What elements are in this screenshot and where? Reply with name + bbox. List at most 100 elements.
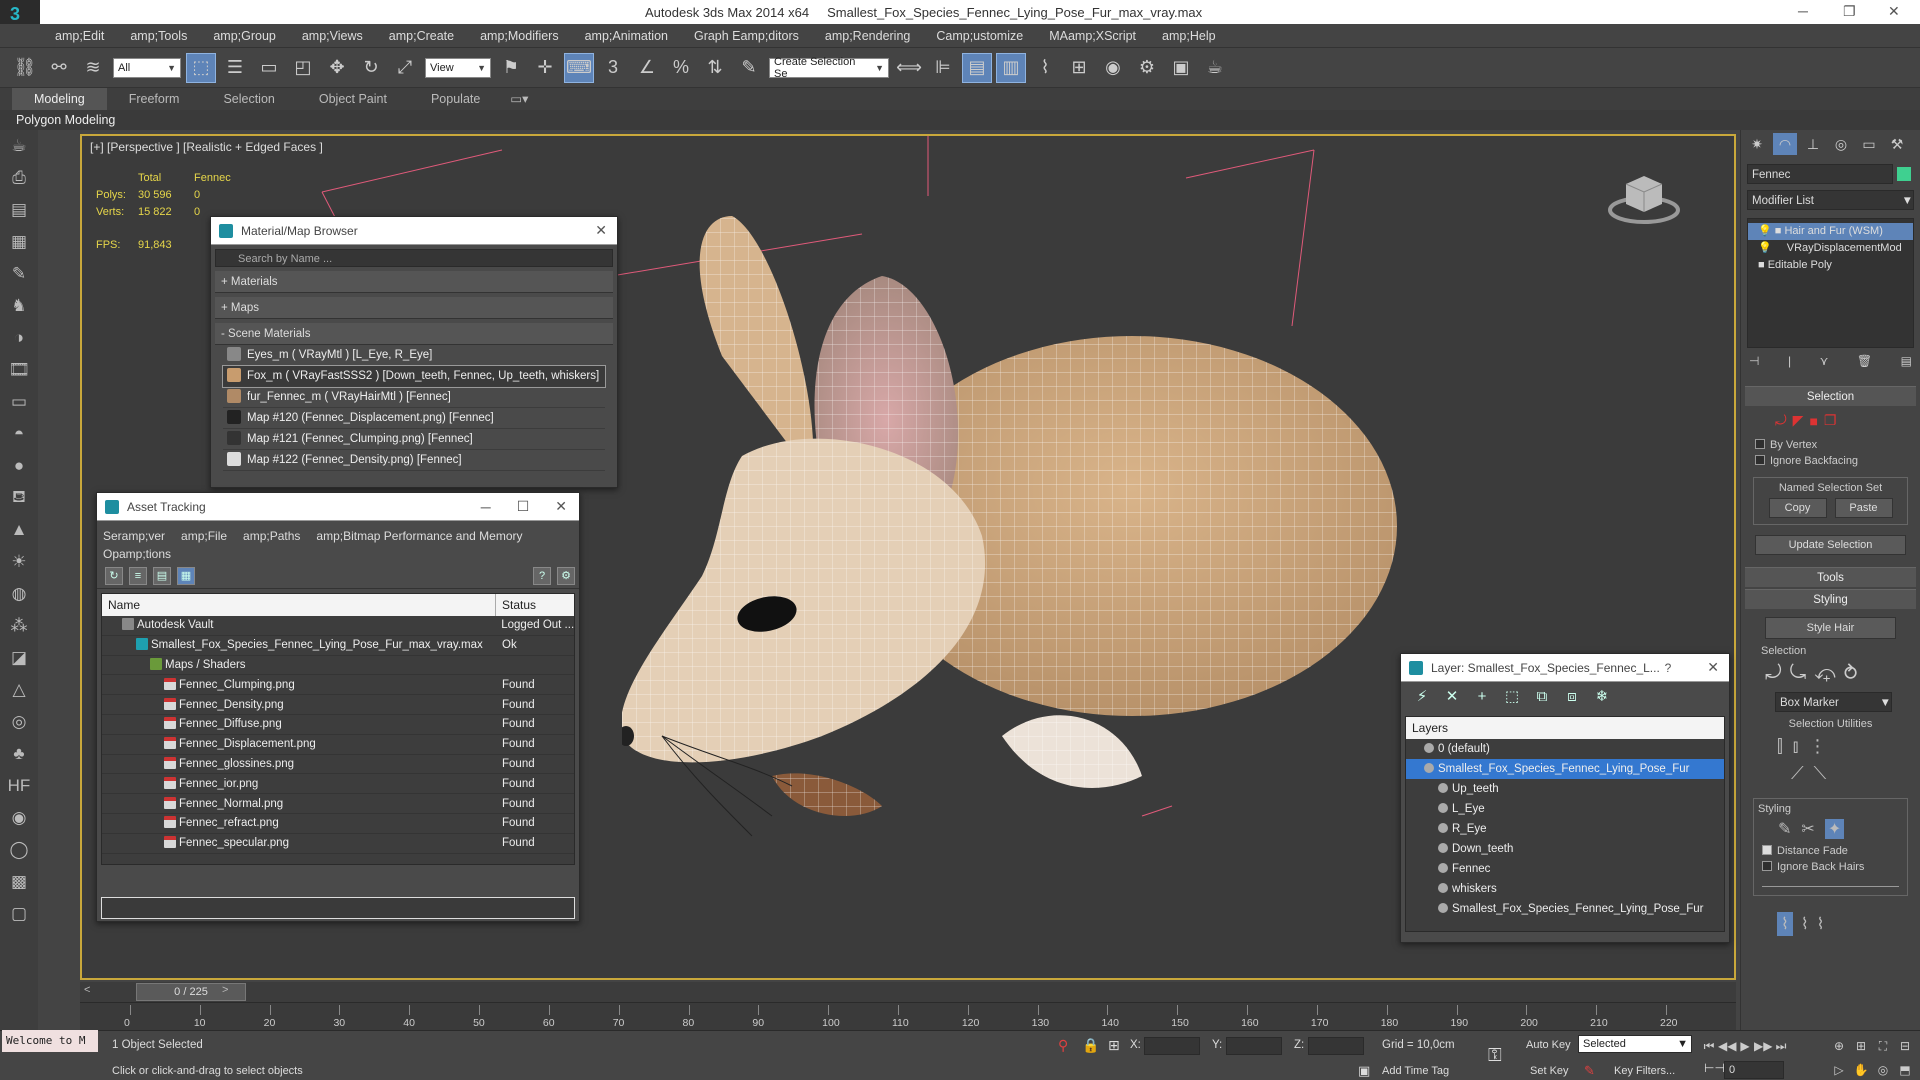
rendered-frame-icon[interactable]: ▣ (1166, 53, 1196, 83)
set-key-button[interactable]: Set Key (1530, 1065, 1569, 1077)
stack-item-hair-fur[interactable]: 💡 ■ Hair and Fur (WSM) (1748, 223, 1913, 240)
fennec-fox-model[interactable] (622, 176, 1422, 876)
group-scene-materials[interactable]: - Scene Materials (215, 323, 613, 345)
align-icon[interactable]: ⊫ (928, 53, 958, 83)
isolate-icon[interactable]: ⚲ (1058, 1037, 1068, 1054)
selection-filter-dropdown[interactable]: All ▼ (113, 57, 181, 78)
menu-graph-editors[interactable]: Graph Eamp;ditors (681, 24, 812, 48)
frame-icon[interactable]: ▭ (0, 386, 38, 418)
go-to-end-icon[interactable]: ⏭ (1772, 1037, 1790, 1055)
distance-fade-checkbox[interactable]: Distance Fade (1762, 845, 1899, 857)
track-bar[interactable]: 0 10 20 30 40 50 60 70 80 90 100 110 120 130 140 150 160… (80, 1002, 1736, 1030)
material-item[interactable]: Map #122 (Fennec_Density.png) [Fennec] (223, 450, 605, 471)
lock-selection-icon[interactable]: 🔒 (1082, 1037, 1099, 1054)
color-grid-icon[interactable]: ▩ (0, 866, 38, 898)
util-5-icon[interactable]: ⟍ (1814, 763, 1827, 784)
z-coordinate-field[interactable] (1308, 1037, 1364, 1055)
hf-icon[interactable]: HF (0, 770, 38, 802)
tab-modeling[interactable]: Modeling (12, 88, 107, 110)
keyboard-shortcut-icon[interactable]: ⌨ (564, 52, 594, 83)
by-vertex-checkbox[interactable]: By Vertex (1755, 439, 1906, 451)
asset-menu-file[interactable]: amp;File (181, 527, 227, 545)
pin-stack-icon[interactable]: ⊣ (1749, 354, 1759, 368)
layer-row[interactable]: Smallest_Fox_Species_Fennec_Lying_Pose_F… (1406, 759, 1724, 779)
asset-row[interactable]: Fennec_glossines.png Found (102, 755, 574, 775)
close-button[interactable]: ✕ (1888, 3, 1900, 20)
layer-row[interactable]: L_Eye (1406, 799, 1724, 819)
prev-frame-icon[interactable]: < (84, 984, 90, 996)
layer-row[interactable]: Down_teeth (1406, 839, 1724, 859)
maxscript-listener[interactable]: Welcome to M (2, 1030, 98, 1052)
copy-button[interactable]: Copy (1768, 498, 1827, 518)
teapot-icon[interactable]: ☕ (0, 130, 38, 162)
named-selection-dropdown[interactable]: Create Selection Se ▼ (769, 56, 889, 80)
bind-space-warp-icon[interactable]: ≋ (78, 53, 108, 83)
asset-menu-paths[interactable]: amp;Paths (243, 527, 300, 545)
sun-icon[interactable]: ☀ (0, 546, 38, 578)
layer-hide-icon[interactable]: ⧈ (1561, 686, 1583, 708)
key-filter-icon[interactable]: ✎ (1584, 1063, 1595, 1079)
update-selection-button[interactable]: Update Selection (1755, 535, 1906, 555)
asset-row[interactable]: Fennec_Clumping.png Found (102, 675, 574, 696)
auto-key-button[interactable]: Auto Key (1526, 1039, 1571, 1051)
move-icon[interactable]: ✥ (322, 53, 352, 83)
tab-selection[interactable]: Selection (201, 88, 296, 110)
time-slider-knob[interactable]: 0 / 225 (136, 983, 246, 1001)
col-status[interactable]: Status (496, 594, 536, 616)
ribbon-toggle-icon[interactable]: ▥ (996, 52, 1026, 83)
asset-menu-server[interactable]: Seramp;ver (103, 527, 165, 545)
layer-row[interactable]: whiskers (1406, 879, 1724, 899)
show-end-result-icon[interactable]: | (1788, 354, 1791, 368)
layer-close-icon[interactable]: ✕ (1707, 659, 1719, 676)
lens-icon[interactable]: ◯ (0, 834, 38, 866)
layer-row[interactable]: Smallest_Fox_Species_Fennec_Lying_Pose_F… (1406, 899, 1724, 919)
select-grow-icon[interactable]: ⤿ (1790, 662, 1807, 685)
configure-sets-icon[interactable]: ▤ (1901, 354, 1912, 368)
material-item[interactable]: fur_Fennec_m ( VRayHairMtl ) [Fennec] (223, 387, 605, 408)
menu-help[interactable]: amp;Help (1149, 24, 1229, 48)
material-editor-icon[interactable]: ◉ (1098, 53, 1128, 83)
spinner-snap-icon[interactable]: ⇅ (700, 53, 730, 83)
help-options-icon[interactable]: ⚙ (557, 566, 575, 585)
mirror-icon[interactable]: ⟺ (894, 53, 924, 83)
panel-icon[interactable]: ▤ (0, 194, 38, 226)
cone-icon[interactable]: ▲ (0, 514, 38, 546)
asset-close-icon[interactable]: ✕ (555, 498, 567, 515)
util-4-icon[interactable]: ⟋ (1791, 763, 1804, 784)
rotate-icon[interactable]: ↻ (356, 53, 386, 83)
group-maps[interactable]: + Maps (215, 297, 613, 319)
select-by-name-icon[interactable]: ☰ (220, 53, 250, 83)
material-search-input[interactable]: Search by Name ... (215, 249, 613, 267)
key-filters-button[interactable]: Key Filters... (1614, 1065, 1675, 1077)
layer-new-icon[interactable]: ⚡ (1411, 686, 1433, 708)
layer-row[interactable]: Up_teeth (1406, 779, 1724, 799)
util-1-icon[interactable]: ⫿ (1777, 736, 1783, 757)
asset-path-field[interactable] (101, 897, 575, 919)
ball-icon[interactable]: ◍ (0, 578, 38, 610)
stack-item-editable-poly[interactable]: ■ Editable Poly (1748, 257, 1913, 274)
render-icon[interactable]: ☕ (1200, 53, 1230, 83)
asset-row[interactable]: Fennec_specular.png Found (102, 834, 574, 854)
link-icon[interactable]: ⛓ (10, 53, 40, 83)
layer-delete-icon[interactable]: ✕ (1441, 686, 1463, 708)
select-object-icon[interactable]: ⬚ (186, 52, 216, 83)
object-color-swatch[interactable] (1897, 167, 1911, 181)
stack-item-vray-displacement[interactable]: 💡 VRayDisplacementMod (1748, 240, 1913, 257)
render-setup-icon[interactable]: ⚙ (1132, 53, 1162, 83)
orbit-icon[interactable]: ◎ (1874, 1061, 1892, 1079)
menu-views[interactable]: amp;Views (289, 24, 376, 48)
face-select-icon[interactable]: ■ (1809, 413, 1817, 429)
asset-row[interactable]: Fennec_ior.png Found (102, 774, 574, 795)
zoom-extents-icon[interactable]: ⛶ (1874, 1037, 1892, 1055)
layer-add-icon[interactable]: + (1471, 686, 1493, 708)
rollout-styling[interactable]: Styling (1745, 589, 1916, 609)
fov-icon[interactable]: ▷ (1830, 1061, 1848, 1079)
menu-animation[interactable]: amp;Animation (572, 24, 681, 48)
ribbon-options-icon[interactable]: ▭▾ (502, 88, 536, 110)
hierarchy-tab-icon[interactable]: ⊥ (1801, 133, 1825, 155)
style-tool-1-icon[interactable]: ⌇ (1777, 912, 1793, 936)
sphere-icon[interactable]: ● (0, 450, 38, 482)
figure-icon[interactable]: ♞ (0, 290, 38, 322)
grid-view-icon[interactable]: ▦ (177, 566, 195, 585)
element-select-icon[interactable]: ❐ (1824, 412, 1837, 429)
